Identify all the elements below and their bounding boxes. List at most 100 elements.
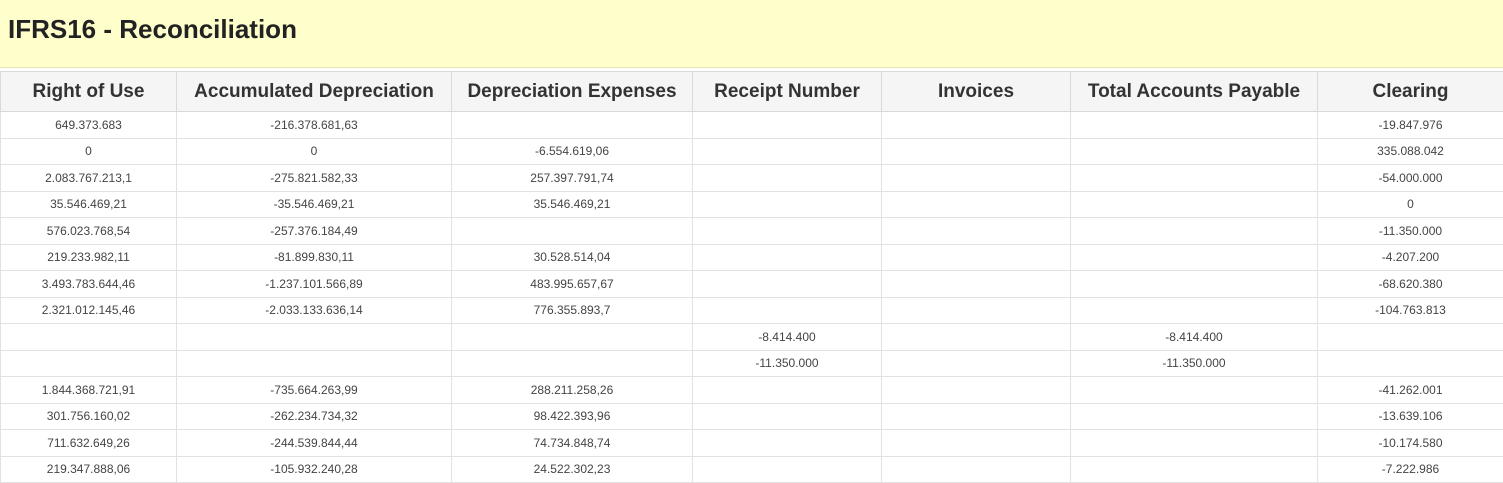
cell-depreciation-expenses: 98.422.393,96 [452,403,693,430]
cell-receipt-number [693,138,882,165]
cell-invoices [882,138,1071,165]
table-row: 711.632.649,26-244.539.844,4474.734.848,… [1,430,1503,457]
cell-clearing: -68.620.380 [1318,271,1503,298]
cell-right-of-use: 219.233.982,11 [1,244,177,271]
cell-right-of-use: 2.321.012.145,46 [1,297,177,324]
column-header-accumulated-depreciation[interactable]: Accumulated Depreciation [177,72,452,112]
cell-total-accounts-payable [1071,430,1318,457]
cell-invoices [882,377,1071,404]
cell-depreciation-expenses: 257.397.791,74 [452,165,693,192]
cell-receipt-number [693,403,882,430]
cell-total-accounts-payable [1071,112,1318,139]
cell-accumulated-depreciation [177,324,452,351]
cell-clearing: -41.262.001 [1318,377,1503,404]
cell-clearing [1318,324,1503,351]
cell-total-accounts-payable [1071,218,1318,245]
cell-receipt-number [693,165,882,192]
cell-right-of-use: 1.844.368.721,91 [1,377,177,404]
cell-clearing: -54.000.000 [1318,165,1503,192]
cell-right-of-use: 2.083.767.213,1 [1,165,177,192]
table-row: 35.546.469,21-35.546.469,2135.546.469,21… [1,191,1503,218]
cell-receipt-number [693,456,882,483]
cell-clearing: 0 [1318,191,1503,218]
cell-clearing: -11.350.000 [1318,218,1503,245]
cell-invoices [882,350,1071,377]
cell-depreciation-expenses [452,350,693,377]
column-header-total-accounts-payable[interactable]: Total Accounts Payable [1071,72,1318,112]
cell-invoices [882,191,1071,218]
column-header-depreciation-expenses[interactable]: Depreciation Expenses [452,72,693,112]
cell-invoices [882,324,1071,351]
cell-depreciation-expenses [452,218,693,245]
page-title: IFRS16 - Reconciliation [8,14,297,45]
cell-total-accounts-payable [1071,244,1318,271]
cell-right-of-use: 35.546.469,21 [1,191,177,218]
cell-invoices [882,430,1071,457]
cell-accumulated-depreciation: -735.664.263,99 [177,377,452,404]
reconciliation-table: Right of UseAccumulated DepreciationDepr… [0,71,1503,483]
column-header-right-of-use[interactable]: Right of Use [1,72,177,112]
cell-total-accounts-payable [1071,403,1318,430]
cell-clearing: -7.222.986 [1318,456,1503,483]
column-header-invoices[interactable]: Invoices [882,72,1071,112]
table-row: 649.373.683-216.378.681,63-19.847.976 [1,112,1503,139]
table-row: 3.493.783.644,46-1.237.101.566,89483.995… [1,271,1503,298]
cell-clearing: -4.207.200 [1318,244,1503,271]
cell-receipt-number [693,297,882,324]
cell-invoices [882,297,1071,324]
cell-accumulated-depreciation: -81.899.830,11 [177,244,452,271]
table-row: -11.350.000-11.350.000 [1,350,1503,377]
table-body: 649.373.683-216.378.681,63-19.847.97600-… [1,112,1503,483]
cell-invoices [882,271,1071,298]
cell-clearing: 335.088.042 [1318,138,1503,165]
cell-depreciation-expenses: 24.522.302,23 [452,456,693,483]
cell-right-of-use: 219.347.888,06 [1,456,177,483]
cell-receipt-number [693,191,882,218]
table-row: 2.321.012.145,46-2.033.133.636,14776.355… [1,297,1503,324]
cell-depreciation-expenses: 288.211.258,26 [452,377,693,404]
cell-accumulated-depreciation: -1.237.101.566,89 [177,271,452,298]
cell-total-accounts-payable [1071,271,1318,298]
cell-receipt-number [693,244,882,271]
cell-total-accounts-payable [1071,377,1318,404]
cell-receipt-number [693,218,882,245]
cell-receipt-number: -11.350.000 [693,350,882,377]
cell-invoices [882,218,1071,245]
cell-clearing: -10.174.580 [1318,430,1503,457]
cell-total-accounts-payable [1071,165,1318,192]
column-header-clearing[interactable]: Clearing [1318,72,1503,112]
cell-accumulated-depreciation: -262.234.734,32 [177,403,452,430]
cell-right-of-use: 3.493.783.644,46 [1,271,177,298]
cell-total-accounts-payable: -8.414.400 [1071,324,1318,351]
table-row: 219.347.888,06-105.932.240,2824.522.302,… [1,456,1503,483]
table-row: 2.083.767.213,1-275.821.582,33257.397.79… [1,165,1503,192]
cell-right-of-use [1,350,177,377]
cell-accumulated-depreciation: -257.376.184,49 [177,218,452,245]
cell-total-accounts-payable [1071,191,1318,218]
table-row: -8.414.400 -8.414.400 [1,324,1503,351]
cell-receipt-number [693,377,882,404]
table-row: 301.756.160,02-262.234.734,3298.422.393,… [1,403,1503,430]
cell-receipt-number [693,112,882,139]
cell-receipt-number [693,430,882,457]
cell-accumulated-depreciation [177,350,452,377]
table-row: 1.844.368.721,91-735.664.263,99288.211.2… [1,377,1503,404]
cell-right-of-use: 649.373.683 [1,112,177,139]
cell-depreciation-expenses [452,324,693,351]
table-row: 00-6.554.619,06335.088.042 [1,138,1503,165]
cell-accumulated-depreciation: -244.539.844,44 [177,430,452,457]
column-header-receipt-number[interactable]: Receipt Number [693,72,882,112]
cell-total-accounts-payable [1071,456,1318,483]
table-header-row: Right of UseAccumulated DepreciationDepr… [1,72,1503,112]
cell-receipt-number: -8.414.400 [693,324,882,351]
cell-total-accounts-payable [1071,297,1318,324]
cell-right-of-use: 0 [1,138,177,165]
cell-right-of-use: 301.756.160,02 [1,403,177,430]
cell-depreciation-expenses [452,112,693,139]
title-bar: IFRS16 - Reconciliation [0,0,1503,68]
cell-invoices [882,244,1071,271]
cell-right-of-use [1,324,177,351]
cell-depreciation-expenses: -6.554.619,06 [452,138,693,165]
cell-depreciation-expenses: 35.546.469,21 [452,191,693,218]
cell-clearing: -19.847.976 [1318,112,1503,139]
